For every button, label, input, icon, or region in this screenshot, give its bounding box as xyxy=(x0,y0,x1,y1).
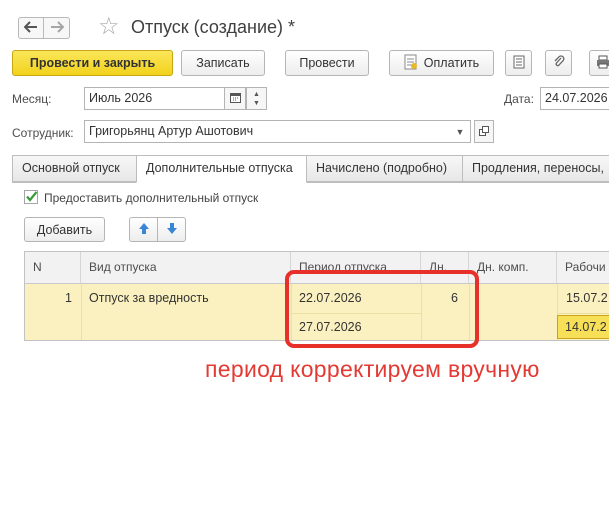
month-input[interactable]: Июль 2026 xyxy=(84,87,225,110)
row-divider xyxy=(557,313,609,314)
window-title: Отпуск (создание) * xyxy=(131,17,296,37)
print-button[interactable] xyxy=(589,50,609,76)
tab-extensions[interactable]: Продления, переносы, xyxy=(462,155,609,182)
additional-leave-checkbox-label[interactable]: Предоставить дополнительный отпуск xyxy=(44,191,258,205)
open-window-icon xyxy=(479,125,489,138)
chevron-down-icon: ▼ xyxy=(455,126,465,137)
arrow-up-icon xyxy=(138,222,150,238)
month-stepper[interactable]: ▲ ▼ xyxy=(246,87,267,110)
employee-dropdown-button[interactable]: ▼ xyxy=(450,120,471,143)
arrow-right-icon xyxy=(50,20,64,36)
add-button[interactable]: Добавить xyxy=(24,217,105,242)
pay-document-icon xyxy=(404,54,418,73)
cell-row-number: 1 xyxy=(65,291,72,305)
annotation-text: период корректируем вручную xyxy=(205,356,540,382)
cell-work-end[interactable]: 14.07.2 xyxy=(565,320,607,334)
column-header-n[interactable]: N xyxy=(25,252,81,284)
star-icon[interactable]: ☆ xyxy=(98,13,120,41)
employee-input[interactable]: Григорьянц Артур Ашотович xyxy=(84,120,451,143)
paperclip-icon xyxy=(553,54,565,72)
move-down-button[interactable] xyxy=(157,217,186,242)
highlight-frame xyxy=(285,270,479,348)
date-input[interactable]: 24.07.2026 xyxy=(540,87,609,110)
tab-main-leave[interactable]: Основной отпуск xyxy=(12,155,137,182)
stepper-down-icon[interactable]: ▼ xyxy=(253,99,260,108)
cell-work-start[interactable]: 15.07.2 xyxy=(566,291,608,305)
month-calendar-button[interactable] xyxy=(224,87,246,110)
tab-additional-leave[interactable]: Дополнительные отпуска xyxy=(136,155,307,183)
post-and-close-button[interactable]: Провести и закрыть xyxy=(12,50,173,76)
column-header-leave-type[interactable]: Вид отпуска xyxy=(81,252,291,284)
additional-leave-checkbox[interactable] xyxy=(24,190,38,204)
employee-label: Сотрудник: xyxy=(12,126,74,140)
column-header-work-period[interactable]: Рабочи xyxy=(557,252,609,284)
cell-leave-type[interactable]: Отпуск за вредность xyxy=(89,291,209,305)
list-report-icon xyxy=(513,55,525,72)
stepper-up-icon[interactable]: ▲ xyxy=(253,90,260,99)
column-header-comp-days[interactable]: Дн. комп. xyxy=(469,252,557,284)
employee-open-button[interactable] xyxy=(474,120,494,143)
back-button[interactable] xyxy=(18,17,44,39)
attachments-button[interactable] xyxy=(545,50,572,76)
pay-button-label: Оплатить xyxy=(423,56,480,70)
arrow-left-icon xyxy=(23,20,38,36)
tab-accrued-details[interactable]: Начислено (подробно) xyxy=(306,155,463,182)
calendar-icon xyxy=(229,92,241,105)
date-label: Дата: xyxy=(504,92,534,106)
printer-icon xyxy=(596,55,609,72)
cell-work-end-editor[interactable]: 14.07.2 xyxy=(557,315,609,339)
forward-button[interactable] xyxy=(44,17,70,39)
save-button[interactable]: Записать xyxy=(181,50,265,76)
post-button[interactable]: Провести xyxy=(285,50,369,76)
row-divider xyxy=(81,284,82,340)
move-up-button[interactable] xyxy=(129,217,158,242)
report-button[interactable] xyxy=(505,50,532,76)
arrow-down-icon xyxy=(166,222,178,238)
tab-divider xyxy=(12,182,609,183)
pay-button[interactable]: Оплатить xyxy=(389,50,494,76)
month-label: Месяц: xyxy=(12,92,52,106)
